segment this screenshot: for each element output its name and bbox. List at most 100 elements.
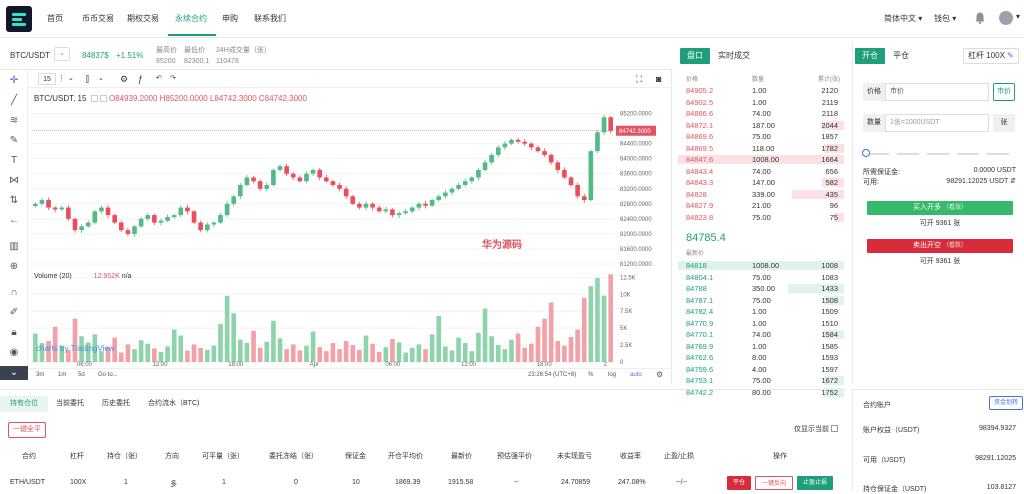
range-5d[interactable]: 5d [78, 372, 85, 378]
camera-icon[interactable]: ◙ [656, 73, 661, 85]
slider-handle[interactable] [862, 149, 870, 157]
leverage-select[interactable]: 杠杆 100X ✎ [963, 48, 1019, 64]
fib-icon[interactable]: ≋ [7, 114, 21, 128]
nav-spot[interactable]: 币币交易 [82, 13, 114, 24]
list-item[interactable]: 84788 350.00 1433 [678, 284, 844, 293]
interval-select[interactable]: 15 [38, 73, 56, 85]
pattern-icon[interactable]: ⋈ [7, 174, 21, 188]
list-item[interactable]: 84769.9 1.00 1585 [678, 342, 844, 351]
chevron-down-icon[interactable]: ⌄ [98, 73, 104, 85]
quantity-input[interactable]: 1张=1000USDT [885, 114, 989, 132]
more-icon[interactable]: ⋮ [58, 73, 65, 85]
range-3m[interactable]: 3m [36, 372, 44, 378]
tab-open-orders[interactable]: 当前委托 [56, 396, 84, 412]
fullscreen-icon[interactable]: ⛶ [636, 73, 642, 85]
sell-short-button[interactable]: 卖出开空 （看跌） [867, 239, 1013, 253]
pair-dropdown[interactable]: ⌄ [54, 47, 70, 61]
nav-perpetual[interactable]: 永续合约 [175, 13, 207, 24]
candle-type-icon[interactable]: ⫿ [86, 73, 89, 85]
close-position-button[interactable]: 平仓 [727, 476, 751, 490]
nav-contact[interactable]: 联系我们 [254, 13, 286, 24]
list-item[interactable]: 84759.6 4.00 1597 [678, 365, 844, 374]
measure-icon[interactable]: ⇅ [7, 194, 21, 208]
language-selector[interactable]: 简体中文 ▾ [884, 13, 922, 24]
volume-bar [489, 336, 494, 362]
range-1m[interactable]: 1m [58, 372, 66, 378]
list-item[interactable]: 84762.6 8.00 1593 [678, 353, 844, 362]
list-item[interactable]: 84782.4 1.00 1509 [678, 307, 844, 316]
tab-close[interactable]: 平仓 [893, 48, 909, 64]
transfer-button[interactable]: 资金划转 [989, 396, 1023, 410]
buy-long-button[interactable]: 买入开多 （看涨） [867, 201, 1013, 215]
col-roe: 收益率 [620, 453, 641, 460]
transfer-icon[interactable]: ⇵ [1010, 178, 1016, 185]
list-item[interactable]: 84804.1 75.00 1083 [678, 273, 844, 282]
indicators-icon[interactable]: ƒ [138, 73, 143, 85]
show-current-checkbox[interactable]: 仅显示当前 [794, 424, 838, 434]
list-item[interactable]: 84818 1008.00 1008 [678, 261, 844, 270]
log-toggle[interactable]: log [608, 372, 616, 378]
undo-icon[interactable]: ↶ [156, 73, 162, 85]
market-button[interactable]: 市价 [993, 83, 1015, 101]
avatar[interactable] [999, 11, 1013, 25]
tpsl-button[interactable]: 止盈止损 [797, 476, 833, 490]
collapse-toolbar-icon[interactable]: ⌄ [0, 366, 28, 380]
list-item[interactable]: 84843.4 74.00 656 [678, 167, 844, 176]
redo-icon[interactable]: ↷ [170, 73, 176, 85]
list-item[interactable]: 84770.1 74.00 1584 [678, 330, 844, 339]
list-item[interactable]: 84886.6 74.00 2118 [678, 109, 844, 118]
text-icon[interactable]: T [7, 154, 21, 168]
tab-positions[interactable]: 持有仓位 [0, 396, 48, 412]
go-to-date[interactable]: Go to... [98, 372, 118, 378]
quantity-slider[interactable] [862, 149, 1011, 157]
nav-subscribe[interactable]: 申购 [222, 13, 238, 24]
list-item[interactable]: 84827.9 21.00 96 [678, 201, 844, 210]
reverse-button[interactable]: 一键反向 [755, 476, 793, 490]
list-item[interactable]: 84770.9 1.00 1510 [678, 319, 844, 328]
eye-icon[interactable]: ◉ [7, 346, 21, 360]
list-item[interactable]: 84872.1 187.00 2044 [678, 120, 844, 130]
back-arrow-icon[interactable]: ← [7, 214, 21, 228]
auto-toggle[interactable]: auto [630, 372, 642, 378]
list-item[interactable]: 84905.2 1.00 2120 [678, 86, 844, 95]
list-item[interactable]: 84828 339.00 435 [678, 189, 844, 199]
percent-toggle[interactable]: % [588, 372, 593, 378]
chevron-down-icon[interactable]: ▾ [1016, 12, 1020, 21]
zoom-in-icon[interactable]: ⊕ [7, 260, 21, 274]
gear-icon[interactable]: ⚙ [656, 370, 663, 379]
nav-home[interactable]: 首页 [47, 13, 63, 24]
list-item[interactable]: 84843.3 147.00 582 [678, 178, 844, 187]
gear-icon[interactable]: ⚙ [120, 73, 128, 85]
lock-icon[interactable]: 🔒︎ [7, 326, 21, 340]
list-item[interactable]: 84902.5 1.00 2119 [678, 98, 844, 107]
bell-icon[interactable] [975, 12, 985, 24]
ruler-icon[interactable]: ▥ [7, 240, 21, 254]
tab-trades[interactable]: 实时成交 [718, 48, 750, 64]
list-item[interactable]: 84823.8 75.00 75 [678, 212, 844, 222]
magnet-icon[interactable]: ∩ [7, 286, 21, 300]
list-item[interactable]: 84869.5 118.00 1782 [678, 143, 844, 153]
price-input[interactable]: 市价 [885, 83, 989, 101]
tab-order-history[interactable]: 历史委托 [102, 396, 130, 412]
watermark: 华为源码 [482, 240, 522, 251]
price: 84770.1 [686, 330, 714, 339]
lock-drawing-icon[interactable]: ✐ [7, 306, 21, 320]
tradingview-logo[interactable]: charts by TradingView [36, 344, 115, 353]
crosshair-icon[interactable]: ✛ [7, 74, 21, 88]
price-chart[interactable]: 85200.0000 84400.0000 84000.0000 83600.0000… [28, 90, 672, 268]
list-item[interactable]: 84869.6 75.00 1857 [678, 132, 844, 141]
tab-contract-flow[interactable]: 合约流水（BTC) [148, 396, 199, 412]
trendline-icon[interactable]: ╱ [7, 94, 21, 108]
wallet-menu[interactable]: 钱包 ▾ [934, 13, 956, 24]
brush-icon[interactable]: ✎ [7, 134, 21, 148]
list-item[interactable]: 84847.6 1008.00 1664 [678, 155, 844, 164]
logo[interactable] [6, 6, 32, 32]
chevron-down-icon[interactable]: ⌄ [68, 73, 74, 85]
nav-options[interactable]: 期权交易 [127, 13, 159, 24]
list-item[interactable]: 84753.1 75.00 1672 [678, 376, 844, 385]
list-item[interactable]: 84787.1 75.00 1508 [678, 295, 844, 305]
close-all-button[interactable]: 一键全平 [8, 422, 46, 438]
tab-orderbook[interactable]: 盘口 [680, 48, 710, 64]
volume-chart[interactable]: 12.5K10K7.5K5K2.5K006:00 12:00 18:00 Apr 06:… [28, 268, 672, 368]
tab-open[interactable]: 开仓 [855, 48, 885, 64]
